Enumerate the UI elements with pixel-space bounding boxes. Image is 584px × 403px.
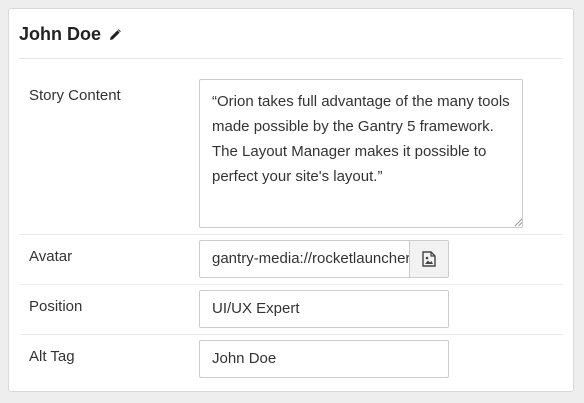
card-title: John Doe — [19, 24, 102, 44]
avatar-row: Avatar gantry-media://rocketlauncher — [19, 235, 563, 285]
position-row: Position UI/UX Expert — [19, 285, 563, 335]
position-input[interactable]: UI/UX Expert — [199, 290, 449, 328]
resize-grip-icon[interactable] — [514, 218, 523, 227]
position-label: Position — [29, 298, 83, 315]
image-file-icon — [422, 251, 436, 267]
card-header: John Doe — [19, 9, 563, 59]
particle-card: John Doe Story Content “Orion takes full… — [8, 8, 574, 392]
pencil-icon[interactable] — [109, 28, 121, 41]
alt-tag-label: Alt Tag — [29, 348, 75, 365]
alt-tag-row: Alt Tag John Doe — [19, 335, 563, 385]
avatar-label: Avatar — [29, 248, 73, 265]
alt-tag-input[interactable]: John Doe — [199, 340, 449, 378]
story-content-label: Story Content — [29, 87, 121, 104]
media-picker-button[interactable] — [409, 240, 449, 278]
story-content-textarea[interactable]: “Orion takes full advantage of the many … — [199, 79, 523, 228]
story-content-row: Story Content “Orion takes full advantag… — [19, 59, 563, 235]
avatar-input[interactable]: gantry-media://rocketlauncher — [199, 240, 409, 278]
